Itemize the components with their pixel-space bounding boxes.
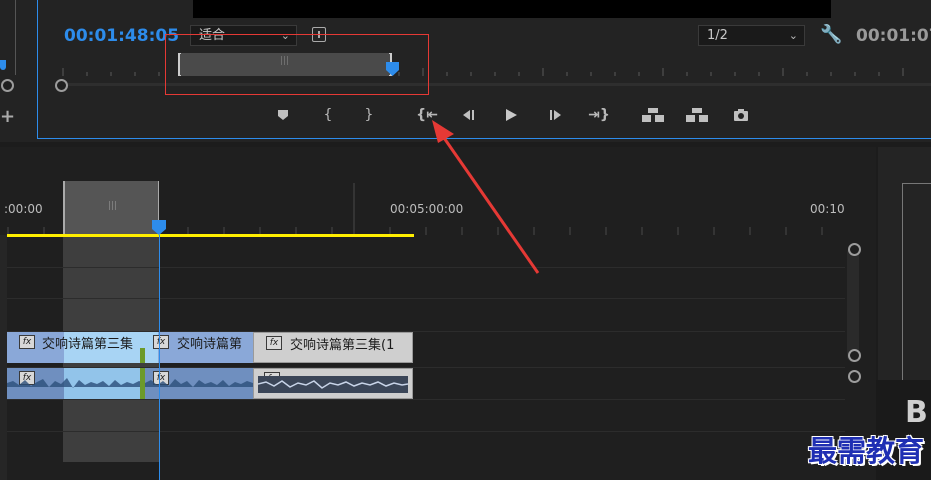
fx-badge[interactable]: fx — [19, 335, 35, 349]
mark-in-button[interactable]: { — [317, 104, 339, 126]
left-edge-divider — [15, 0, 16, 75]
annotation-arrow — [432, 120, 540, 274]
track-divider — [0, 298, 845, 299]
wrench-icon[interactable]: 🔧 — [820, 24, 842, 45]
lift-button[interactable] — [640, 104, 666, 126]
grip-icon: ||| — [108, 201, 118, 211]
go-to-out-button[interactable]: ⇥} — [586, 104, 612, 126]
extract-button[interactable] — [684, 104, 710, 126]
mark-out-button[interactable]: } — [358, 104, 380, 126]
annotation-highlight-box — [165, 34, 429, 95]
scrollbar-top-handle[interactable] — [848, 243, 861, 256]
timeline-playhead[interactable] — [152, 220, 166, 235]
watermark-logo: 最需教育 — [808, 434, 925, 468]
vertical-scrollbar[interactable] — [847, 247, 859, 362]
duration-timecode: 00:01:07 — [856, 26, 931, 46]
chevron-down-icon: ⌄ — [788, 29, 798, 42]
timeline-in-out-handle[interactable]: ||| — [63, 181, 159, 235]
side-letter: B — [905, 395, 928, 430]
left-scroll-handle[interactable] — [1, 79, 14, 92]
resolution-dropdown[interactable]: 1/2 ⌄ — [698, 25, 805, 46]
resolution-dropdown-label: 1/2 — [707, 28, 728, 43]
scrollbar-handle-2[interactable] — [848, 370, 861, 383]
video-clip-3[interactable]: fx 交响诗篇第三集(1 — [253, 332, 413, 363]
clip-label: 交响诗篇第 — [177, 337, 243, 352]
clip-label: 交响诗篇第三集 — [42, 337, 134, 352]
scrollbar-bottom-handle[interactable] — [848, 349, 861, 362]
add-marker-button[interactable] — [272, 104, 294, 126]
clip-label: 交响诗篇第三集(1 — [290, 338, 395, 353]
work-area-bar[interactable] — [7, 234, 414, 237]
audio-meter-frame — [902, 183, 931, 380]
video-clip-2[interactable]: fx 交响诗篇第 — [145, 332, 253, 363]
video-preview — [193, 0, 831, 18]
left-playhead-marker — [0, 60, 6, 70]
audio-clip-2[interactable]: fx — [145, 368, 253, 399]
audio-clip-1[interactable]: fx — [7, 368, 145, 399]
right-side-panel — [878, 147, 931, 380]
track-divider — [0, 399, 845, 400]
audio-clip-3[interactable]: fx — [253, 368, 413, 399]
camera-icon[interactable] — [730, 104, 752, 126]
fx-badge[interactable]: fx — [266, 336, 282, 350]
audio-waveform — [258, 376, 408, 393]
current-timecode[interactable]: 00:01:48:05 — [64, 26, 179, 46]
video-clip-1[interactable]: fx 交响诗篇第三集 — [7, 332, 146, 363]
timeline-playhead-line — [159, 235, 160, 480]
track-divider — [0, 431, 845, 432]
fx-badge[interactable]: fx — [153, 335, 169, 349]
track-header-strip — [0, 235, 7, 480]
monitor-zoom-handle[interactable] — [55, 79, 68, 92]
